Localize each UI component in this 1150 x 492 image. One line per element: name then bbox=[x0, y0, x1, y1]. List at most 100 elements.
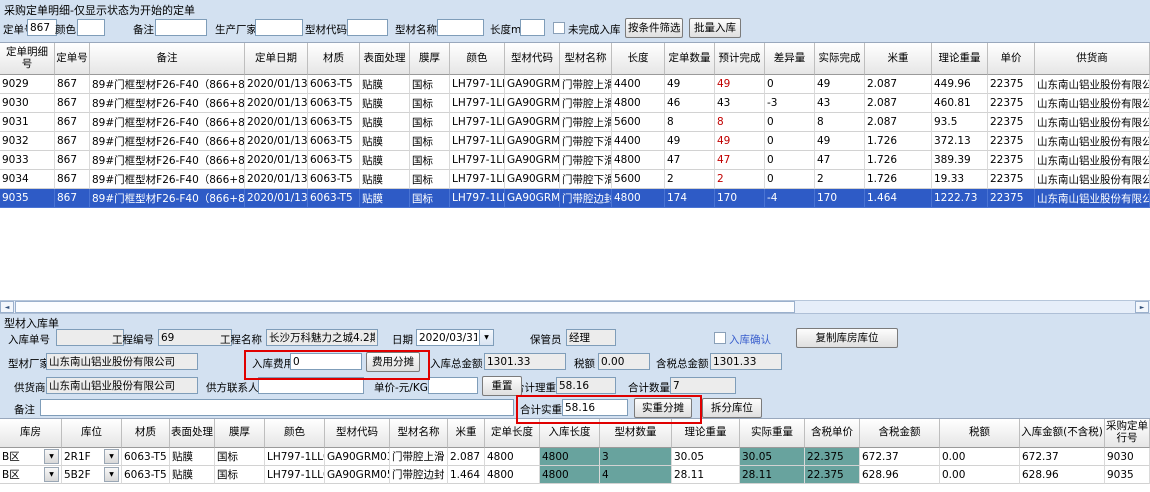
tax-inclusive-total-input[interactable] bbox=[710, 353, 782, 370]
batch-inbound-button[interactable]: 批量入库 bbox=[689, 18, 741, 38]
column-header[interactable]: 含税金额 bbox=[860, 419, 940, 448]
inbound-total-amount-input[interactable] bbox=[484, 353, 566, 370]
scrollbar-thumb[interactable] bbox=[15, 301, 795, 313]
column-header[interactable]: 实际完成 bbox=[815, 43, 865, 75]
column-header[interactable]: 定单号 bbox=[55, 43, 90, 75]
column-header[interactable]: 差异量 bbox=[765, 43, 815, 75]
cell: 贴膜 bbox=[360, 132, 410, 151]
column-header[interactable]: 材质 bbox=[122, 419, 170, 448]
column-header[interactable]: 膜厚 bbox=[215, 419, 265, 448]
filter-input[interactable] bbox=[437, 19, 484, 36]
column-header[interactable]: 预计完成 bbox=[715, 43, 765, 75]
date-field-input[interactable] bbox=[416, 329, 480, 346]
cell: 国标 bbox=[410, 170, 450, 189]
column-header[interactable]: 型材代码 bbox=[325, 419, 390, 448]
table-row[interactable]: 903486789#门框型材F26-F40（866+867）2020/01/13… bbox=[0, 170, 1150, 189]
cell: 22.375 bbox=[805, 448, 860, 466]
filter-input[interactable] bbox=[27, 19, 57, 36]
column-header[interactable]: 入库长度 bbox=[540, 419, 600, 448]
column-header[interactable]: 采购定单行号 bbox=[1105, 419, 1150, 448]
column-header[interactable]: 颜色 bbox=[265, 419, 325, 448]
combo-dropdown-icon[interactable]: ▼ bbox=[104, 449, 119, 464]
column-header[interactable]: 型材代码 bbox=[505, 43, 560, 75]
inbound-fee-input[interactable] bbox=[290, 353, 362, 370]
keeper-input[interactable] bbox=[566, 329, 616, 346]
cell: 9031 bbox=[0, 113, 55, 132]
reset-button[interactable]: 重置 bbox=[482, 376, 522, 396]
filter-input[interactable] bbox=[155, 19, 207, 36]
table-row[interactable]: 903586789#门框型材F26-F40（866+867）2020/01/13… bbox=[0, 189, 1150, 208]
column-header[interactable]: 米重 bbox=[448, 419, 485, 448]
unfinished-checkbox[interactable] bbox=[553, 22, 565, 34]
column-header[interactable]: 颜色 bbox=[450, 43, 505, 75]
column-header[interactable]: 理论重量 bbox=[672, 419, 740, 448]
column-header[interactable]: 膜厚 bbox=[410, 43, 450, 75]
cell: 28.11 bbox=[672, 466, 740, 484]
table-row[interactable]: B区▼2R1F▼6063-T5贴膜国标LH797-1LL0GA90GRM03门带… bbox=[0, 448, 1150, 466]
table-row[interactable]: 903086789#门框型材F26-F40（866+867）2020/01/13… bbox=[0, 94, 1150, 113]
fee-share-button[interactable]: 费用分摊 bbox=[366, 352, 420, 372]
table-row[interactable]: 903386789#门框型材F26-F40（866+867）2020/01/13… bbox=[0, 151, 1150, 170]
combo-dropdown-icon[interactable]: ▼ bbox=[44, 449, 59, 464]
column-header[interactable]: 单价 bbox=[988, 43, 1035, 75]
filter-by-condition-button[interactable]: 按条件筛选 bbox=[625, 18, 683, 38]
column-header[interactable]: 表面处理 bbox=[170, 419, 215, 448]
column-header[interactable]: 定单明细号 bbox=[0, 43, 55, 75]
column-header[interactable]: 材质 bbox=[308, 43, 360, 75]
filter-input[interactable] bbox=[77, 19, 105, 36]
column-header[interactable]: 定单数量 bbox=[665, 43, 715, 75]
inbound-confirm-checkbox[interactable] bbox=[714, 332, 726, 344]
profile-factory-input[interactable] bbox=[46, 353, 198, 370]
column-header[interactable]: 入库金额(不含税) bbox=[1020, 419, 1105, 448]
cell: 2020/01/13 bbox=[245, 151, 308, 170]
total-count-input[interactable] bbox=[670, 377, 736, 394]
cell: LH797-1LL0 bbox=[450, 113, 505, 132]
table-row[interactable]: B区▼5B2F▼6063-T5贴膜国标LH797-1LL0GA90GRM05门带… bbox=[0, 466, 1150, 484]
cell: GA90GRM05 bbox=[325, 466, 390, 484]
column-header[interactable]: 米重 bbox=[865, 43, 932, 75]
cell: 1.464 bbox=[865, 189, 932, 208]
column-header[interactable]: 实际重量 bbox=[740, 419, 805, 448]
date-dropdown-button[interactable]: ▼ bbox=[479, 329, 494, 346]
combo-dropdown-icon[interactable]: ▼ bbox=[44, 467, 59, 482]
total-actual-weight-input[interactable] bbox=[562, 399, 628, 416]
copy-warehouse-location-button[interactable]: 复制库房库位 bbox=[796, 328, 898, 348]
column-header[interactable]: 型材数量 bbox=[600, 419, 672, 448]
column-header[interactable]: 长度 bbox=[612, 43, 665, 75]
table-row[interactable]: 903286789#门框型材F26-F40（866+867）2020/01/13… bbox=[0, 132, 1150, 151]
column-header[interactable]: 型材名称 bbox=[560, 43, 612, 75]
tax-amount-input[interactable] bbox=[598, 353, 650, 370]
unit-price-input[interactable] bbox=[428, 377, 478, 394]
cell: B区▼ bbox=[0, 448, 62, 466]
column-header[interactable]: 理论重量 bbox=[932, 43, 988, 75]
split-location-button[interactable]: 拆分库位 bbox=[702, 398, 762, 418]
filter-input[interactable] bbox=[255, 19, 303, 36]
column-header[interactable]: 库房 bbox=[0, 419, 62, 448]
supplier-input[interactable] bbox=[46, 377, 198, 394]
table-row[interactable]: 902986789#门框型材F26-F40（866+867）2020/01/13… bbox=[0, 75, 1150, 94]
total-actual-weight-label: 合计实重 bbox=[520, 402, 562, 417]
filter-label: 型材代码 bbox=[305, 22, 347, 37]
total-theory-weight-input[interactable] bbox=[556, 377, 616, 394]
filter-input[interactable] bbox=[520, 19, 545, 36]
project-name-input[interactable] bbox=[266, 329, 378, 346]
actual-weight-share-button[interactable]: 实重分摊 bbox=[634, 398, 692, 418]
scroll-left-icon[interactable]: ◄ bbox=[0, 301, 14, 313]
scroll-right-icon[interactable]: ► bbox=[1135, 301, 1149, 313]
column-header[interactable]: 型材名称 bbox=[390, 419, 448, 448]
column-header[interactable]: 表面处理 bbox=[360, 43, 410, 75]
table-row[interactable]: 903186789#门框型材F26-F40（866+867）2020/01/13… bbox=[0, 113, 1150, 132]
filter-input[interactable] bbox=[347, 19, 388, 36]
column-header[interactable]: 税额 bbox=[940, 419, 1020, 448]
combo-dropdown-icon[interactable]: ▼ bbox=[104, 467, 119, 482]
column-header[interactable]: 供货商 bbox=[1035, 43, 1150, 75]
column-header[interactable]: 备注 bbox=[90, 43, 245, 75]
column-header[interactable]: 含税单价 bbox=[805, 419, 860, 448]
column-header[interactable]: 库位 bbox=[62, 419, 122, 448]
cell: 89#门框型材F26-F40（866+867） bbox=[90, 75, 245, 94]
column-header[interactable]: 定单长度 bbox=[485, 419, 540, 448]
order-table-hscrollbar[interactable]: ◄ ► bbox=[0, 300, 1150, 314]
remark-input[interactable] bbox=[40, 399, 514, 416]
supplier-contact-input[interactable] bbox=[258, 377, 364, 394]
column-header[interactable]: 定单日期 bbox=[245, 43, 308, 75]
